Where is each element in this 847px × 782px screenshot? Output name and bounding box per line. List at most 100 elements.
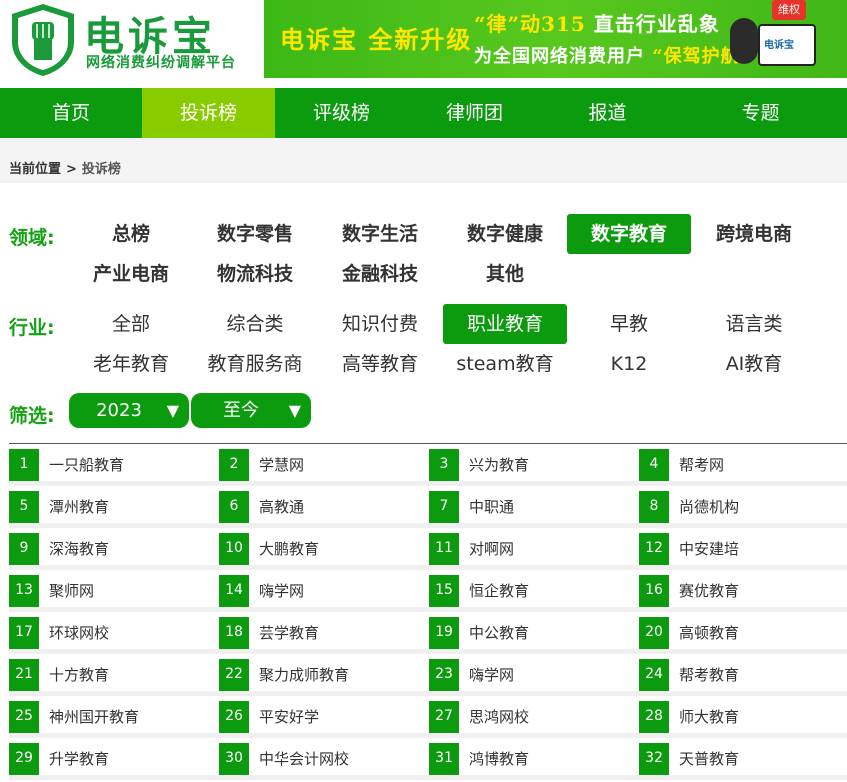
domain-option-other[interactable]: 其他 [443, 254, 567, 294]
nav-item-complaint-ranking[interactable]: 投诉榜 [142, 88, 275, 138]
rank-company-name[interactable]: 深海教育 [49, 533, 109, 565]
ranking-item[interactable]: 1 一只船教育 [9, 449, 209, 481]
ranking-item[interactable]: 21 十方教育 [9, 659, 209, 691]
ranking-item[interactable]: 8 尚德机构 [639, 491, 839, 523]
industry-option-paid-knowledge[interactable]: 知识付费 [318, 304, 442, 344]
ranking-item[interactable]: 31 鸿博教育 [429, 743, 629, 775]
industry-option-comprehensive[interactable]: 综合类 [193, 304, 317, 344]
year-select[interactable]: 2023 ▼ [69, 393, 189, 428]
nav-item-lawyer-team[interactable]: 律师团 [408, 88, 541, 138]
industry-option-all[interactable]: 全部 [69, 304, 193, 344]
industry-option-k12[interactable]: K12 [567, 344, 691, 384]
rank-company-name[interactable]: 师大教育 [679, 701, 739, 733]
domain-option-digital-retail[interactable]: 数字零售 [193, 214, 317, 254]
rank-company-name[interactable]: 尚德机构 [679, 491, 739, 523]
domain-option-digital-education[interactable]: 数字教育 [567, 214, 691, 254]
rank-company-name[interactable]: 学慧网 [259, 449, 304, 481]
ranking-item[interactable]: 24 帮考教育 [639, 659, 839, 691]
ranking-item[interactable]: 5 潭州教育 [9, 491, 209, 523]
breadcrumb-current[interactable]: 投诉榜 [82, 162, 121, 177]
ranking-item[interactable]: 7 中职通 [429, 491, 629, 523]
ranking-item[interactable]: 4 帮考网 [639, 449, 839, 481]
ranking-item[interactable]: 17 环球网校 [9, 617, 209, 649]
rank-company-name[interactable]: 高教通 [259, 491, 304, 523]
ranking-item[interactable]: 29 升学教育 [9, 743, 209, 775]
ranking-item[interactable]: 10 大鹏教育 [219, 533, 419, 565]
rank-company-name[interactable]: 嗨学网 [259, 575, 304, 607]
industry-option-language[interactable]: 语言类 [692, 304, 816, 344]
ranking-item[interactable]: 32 天普教育 [639, 743, 839, 775]
rank-company-name[interactable]: 聚力成师教育 [259, 659, 349, 691]
nav-item-home[interactable]: 首页 [0, 88, 142, 138]
rank-company-name[interactable]: 对啊网 [469, 533, 514, 565]
domain-option-fintech[interactable]: 金融科技 [318, 254, 442, 294]
ranking-item[interactable]: 23 嗨学网 [429, 659, 629, 691]
rank-company-name[interactable]: 大鹏教育 [259, 533, 319, 565]
rank-number: 27 [429, 701, 459, 733]
industry-option-vocational-education[interactable]: 职业教育 [443, 304, 567, 344]
industry-option-senior-education[interactable]: 老年教育 [69, 344, 193, 384]
ranking-item[interactable]: 26 平安好学 [219, 701, 419, 733]
ranking-item[interactable]: 28 师大教育 [639, 701, 839, 733]
industry-option-higher-education[interactable]: 高等教育 [318, 344, 442, 384]
ranking-item[interactable]: 2 学慧网 [219, 449, 419, 481]
rank-company-name[interactable]: 恒企教育 [469, 575, 529, 607]
domain-option-all[interactable]: 总榜 [69, 214, 193, 254]
ranking-item[interactable]: 22 聚力成师教育 [219, 659, 419, 691]
rank-company-name[interactable]: 思鸿网校 [469, 701, 529, 733]
rank-company-name[interactable]: 帮考网 [679, 449, 724, 481]
rank-company-name[interactable]: 神州国开教育 [49, 701, 139, 733]
industry-option-early-education[interactable]: 早教 [567, 304, 691, 344]
site-logo[interactable]: 电诉宝 网络消费纠纷调解平台 [8, 0, 264, 80]
promo-banner[interactable]: 电诉宝 全新升级 “律”动315 直击行业乱象 为全国网络消费用户 “保驾护航”… [264, 0, 847, 78]
ranking-item[interactable]: 3 兴为教育 [429, 449, 629, 481]
industry-option-ai-education[interactable]: AI教育 [692, 344, 816, 384]
ranking-item[interactable]: 16 赛优教育 [639, 575, 839, 607]
rank-company-name[interactable]: 中安建培 [679, 533, 739, 565]
rank-company-name[interactable]: 嗨学网 [469, 659, 514, 691]
ranking-item[interactable]: 9 深海教育 [9, 533, 209, 565]
rank-company-name[interactable]: 芸学教育 [259, 617, 319, 649]
ranking-item[interactable]: 30 中华会计网校 [219, 743, 419, 775]
ranking-item[interactable]: 13 聚师网 [9, 575, 209, 607]
rank-company-name[interactable]: 天普教育 [679, 743, 739, 775]
nav-item-topics[interactable]: 专题 [674, 88, 847, 138]
rank-company-name[interactable]: 升学教育 [49, 743, 109, 775]
rank-company-name[interactable]: 中职通 [469, 491, 514, 523]
rank-number: 3 [429, 449, 459, 481]
rank-company-name[interactable]: 聚师网 [49, 575, 94, 607]
domain-option-cross-border-ecommerce[interactable]: 跨境电商 [692, 214, 816, 254]
ranking-item[interactable]: 11 对啊网 [429, 533, 629, 565]
rank-company-name[interactable]: 潭州教育 [49, 491, 109, 523]
rank-company-name[interactable]: 一只船教育 [49, 449, 124, 481]
ranking-item[interactable]: 12 中安建培 [639, 533, 839, 565]
domain-option-logistics-tech[interactable]: 物流科技 [193, 254, 317, 294]
rank-company-name[interactable]: 中华会计网校 [259, 743, 349, 775]
rank-company-name[interactable]: 中公教育 [469, 617, 529, 649]
rank-company-name[interactable]: 鸿博教育 [469, 743, 529, 775]
rank-company-name[interactable]: 帮考教育 [679, 659, 739, 691]
ranking-item[interactable]: 19 中公教育 [429, 617, 629, 649]
range-select[interactable]: 至今 ▼ [191, 393, 311, 428]
domain-option-digital-health[interactable]: 数字健康 [443, 214, 567, 254]
rank-company-name[interactable]: 平安好学 [259, 701, 319, 733]
ranking-item[interactable]: 20 高顿教育 [639, 617, 839, 649]
row-separator [9, 649, 847, 654]
domain-option-digital-life[interactable]: 数字生活 [318, 214, 442, 254]
ranking-item[interactable]: 27 思鸿网校 [429, 701, 629, 733]
domain-option-industrial-ecommerce[interactable]: 产业电商 [69, 254, 193, 294]
ranking-item[interactable]: 6 高教通 [219, 491, 419, 523]
rank-company-name[interactable]: 兴为教育 [469, 449, 529, 481]
ranking-item[interactable]: 18 芸学教育 [219, 617, 419, 649]
industry-option-steam[interactable]: steam教育 [443, 344, 567, 384]
ranking-item[interactable]: 15 恒企教育 [429, 575, 629, 607]
rank-company-name[interactable]: 高顿教育 [679, 617, 739, 649]
ranking-item[interactable]: 25 神州国开教育 [9, 701, 209, 733]
ranking-item[interactable]: 14 嗨学网 [219, 575, 419, 607]
rank-company-name[interactable]: 十方教育 [49, 659, 109, 691]
nav-item-rating-ranking[interactable]: 评级榜 [275, 88, 408, 138]
industry-option-education-service[interactable]: 教育服务商 [193, 344, 317, 384]
rank-company-name[interactable]: 赛优教育 [679, 575, 739, 607]
rank-company-name[interactable]: 环球网校 [49, 617, 109, 649]
nav-item-reports[interactable]: 报道 [541, 88, 674, 138]
